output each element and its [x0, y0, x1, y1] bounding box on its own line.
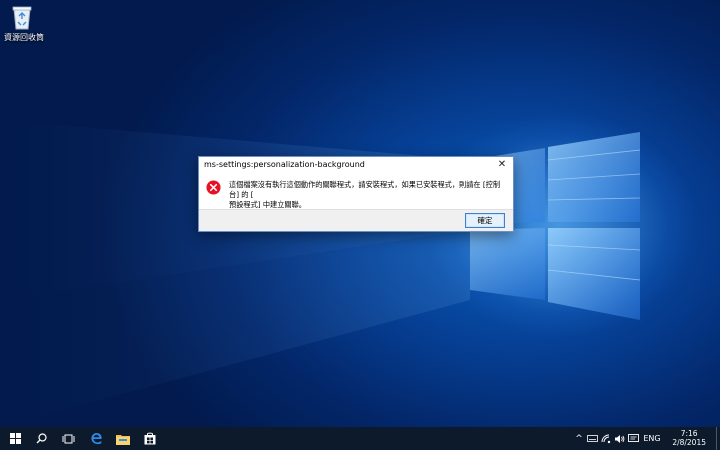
dialog-body: 這個檔案沒有執行這個動作的關聯程式，請安裝程式，如果已安裝程式，則請在 [控制台… — [199, 175, 513, 209]
clock-date: 2/8/2015 — [672, 438, 706, 447]
search-icon — [36, 433, 47, 444]
chevron-up-icon: ^ — [575, 433, 583, 444]
task-view-icon — [62, 434, 74, 443]
system-tray: ^ ENG 7:16 2/8/2015 — [574, 427, 714, 450]
keyboard-icon — [586, 435, 598, 442]
network-button[interactable] — [600, 427, 612, 450]
language-button[interactable]: ENG — [641, 427, 663, 450]
edge-button[interactable] — [83, 427, 109, 450]
network-icon — [601, 434, 610, 443]
taskbar: ^ ENG 7:16 2/8/2015 — [0, 427, 720, 450]
recycle-bin-label: 資源回收筒 — [4, 33, 44, 42]
action-center-button[interactable] — [627, 427, 639, 450]
language-label: ENG — [643, 434, 661, 443]
ok-button[interactable]: 確定 — [465, 213, 505, 228]
error-icon — [206, 180, 221, 195]
clock-time: 7:16 — [680, 429, 698, 438]
store-button[interactable] — [137, 427, 163, 450]
edge-icon — [90, 432, 102, 445]
task-view-button[interactable] — [55, 427, 81, 450]
close-button[interactable]: ✕ — [495, 158, 509, 172]
error-dialog: ms-settings:personalization-background ✕… — [198, 156, 514, 232]
file-explorer-button[interactable] — [110, 427, 136, 450]
search-button[interactable] — [28, 427, 54, 450]
show-desktop-button[interactable] — [716, 427, 720, 450]
show-hidden-icons-button[interactable]: ^ — [574, 427, 584, 450]
notification-icon — [627, 433, 639, 442]
recycle-bin-icon — [11, 4, 33, 30]
recycle-bin-shortcut[interactable]: 資源回收筒 — [4, 4, 44, 43]
store-icon — [144, 432, 156, 445]
start-button[interactable] — [2, 427, 28, 450]
volume-icon — [614, 434, 624, 443]
dialog-titlebar[interactable]: ms-settings:personalization-background ✕ — [199, 157, 513, 174]
input-indicator[interactable] — [586, 427, 598, 450]
start-icon — [9, 433, 21, 444]
file-explorer-icon — [116, 434, 130, 445]
dialog-message-line-1: 這個檔案沒有執行這個動作的關聯程式，請安裝程式，如果已安裝程式，則請在 [控制台… — [229, 180, 501, 199]
dialog-title: ms-settings:personalization-background — [204, 160, 365, 169]
dialog-footer: 確定 — [199, 209, 513, 231]
clock-button[interactable]: 7:16 2/8/2015 — [672, 429, 706, 447]
volume-button[interactable] — [613, 427, 625, 450]
dialog-message: 這個檔案沒有執行這個動作的關聯程式，請安裝程式，如果已安裝程式，則請在 [控制台… — [229, 180, 507, 210]
